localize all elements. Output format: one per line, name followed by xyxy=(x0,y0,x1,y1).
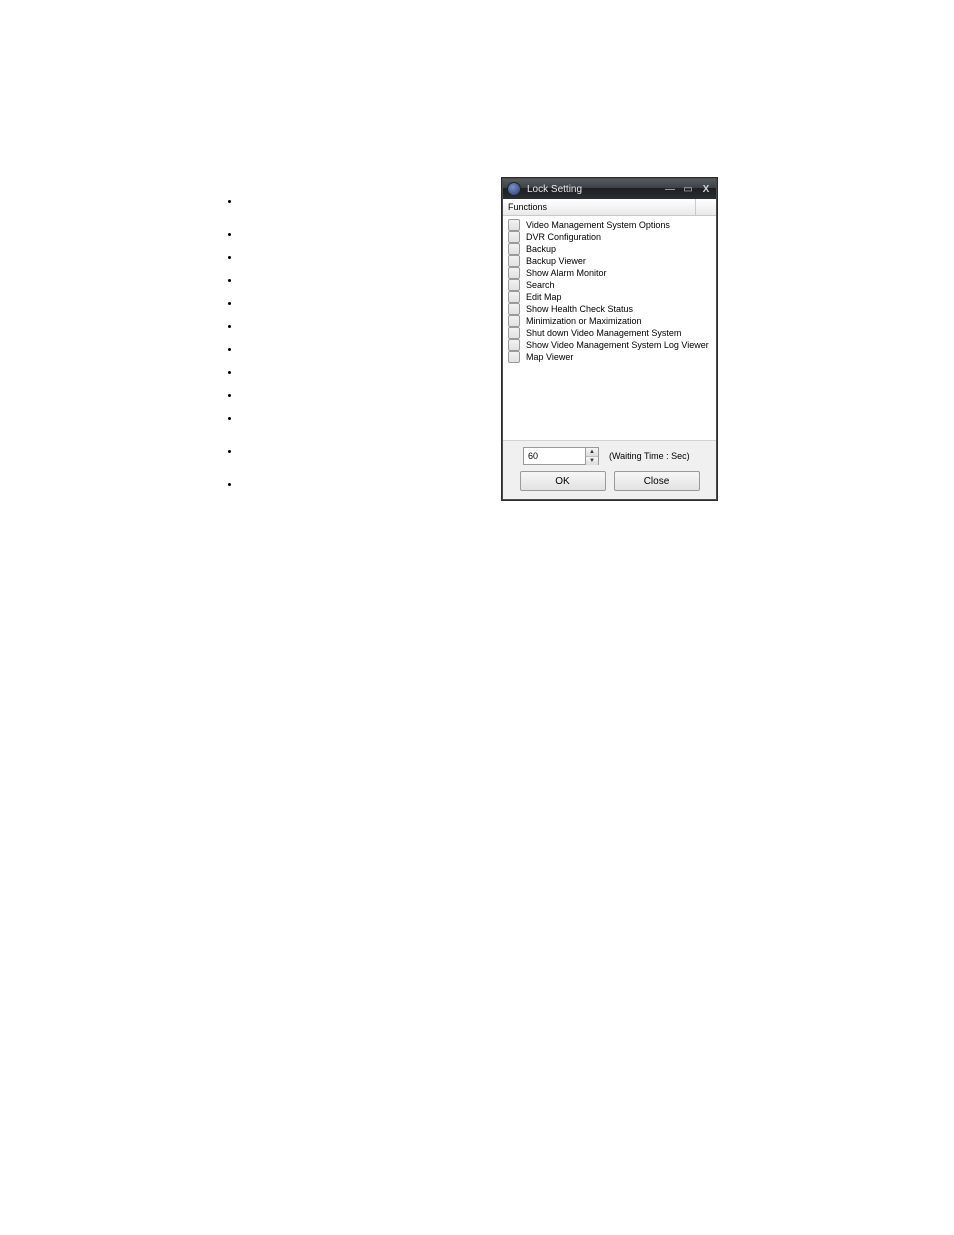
function-item[interactable]: Map Viewer xyxy=(508,351,711,363)
spinner-up-icon[interactable]: ▲ xyxy=(586,448,598,457)
function-item-label: Video Management System Options xyxy=(526,220,670,230)
column-header: Functions xyxy=(503,199,716,216)
function-item-label: Map Viewer xyxy=(526,352,573,362)
spinner-down-icon[interactable]: ▼ xyxy=(586,457,598,465)
function-item-label: Search xyxy=(526,280,555,290)
function-item[interactable]: Show Health Check Status xyxy=(508,303,711,315)
function-item[interactable]: Video Management System Options xyxy=(508,219,711,231)
function-item-label: Shut down Video Management System xyxy=(526,328,681,338)
lock-setting-dialog: Lock Setting — ▭ X Functions Video Manag… xyxy=(502,178,717,500)
function-item-label: Minimization or Maximization xyxy=(526,316,642,326)
waiting-time-label: (Waiting Time : Sec) xyxy=(609,451,690,461)
ok-button[interactable]: OK xyxy=(520,471,606,491)
function-item-label: Backup Viewer xyxy=(526,256,586,266)
function-item-label: Edit Map xyxy=(526,292,562,302)
checkbox[interactable] xyxy=(508,315,520,327)
window-title: Lock Setting xyxy=(527,184,664,195)
minimize-icon[interactable]: — xyxy=(664,184,676,195)
close-button[interactable]: Close xyxy=(614,471,700,491)
function-item-label: Show Health Check Status xyxy=(526,304,633,314)
bottom-panel: 60 ▲ ▼ (Waiting Time : Sec) OK Close xyxy=(503,440,716,499)
checkbox[interactable] xyxy=(508,243,520,255)
function-item[interactable]: DVR Configuration xyxy=(508,231,711,243)
function-item[interactable]: Backup xyxy=(508,243,711,255)
function-item[interactable]: Backup Viewer xyxy=(508,255,711,267)
checkbox[interactable] xyxy=(508,279,520,291)
function-item[interactable]: Edit Map xyxy=(508,291,711,303)
column-header-spacer xyxy=(695,199,716,215)
function-item[interactable]: Search xyxy=(508,279,711,291)
function-item[interactable]: Show Alarm Monitor xyxy=(508,267,711,279)
function-item[interactable]: Shut down Video Management System xyxy=(508,327,711,339)
titlebar[interactable]: Lock Setting — ▭ X xyxy=(503,179,716,199)
function-item-label: DVR Configuration xyxy=(526,232,601,242)
app-icon xyxy=(507,182,521,196)
maximize-icon[interactable]: ▭ xyxy=(682,184,694,195)
left-bullet-list xyxy=(200,196,240,512)
button-row: OK Close xyxy=(513,471,706,491)
close-icon[interactable]: X xyxy=(700,184,712,195)
window-controls: — ▭ X xyxy=(664,184,712,195)
function-item-label: Show Video Management System Log Viewer xyxy=(526,340,709,350)
waiting-time-row: 60 ▲ ▼ (Waiting Time : Sec) xyxy=(513,447,706,465)
function-item-label: Show Alarm Monitor xyxy=(526,268,607,278)
checkbox[interactable] xyxy=(508,291,520,303)
checkbox[interactable] xyxy=(508,267,520,279)
spinner-buttons: ▲ ▼ xyxy=(585,448,598,465)
checkbox[interactable] xyxy=(508,255,520,267)
column-header-label: Functions xyxy=(508,202,695,212)
functions-list: Video Management System Options DVR Confi… xyxy=(503,216,716,440)
checkbox[interactable] xyxy=(508,231,520,243)
function-item[interactable]: Show Video Management System Log Viewer xyxy=(508,339,711,351)
checkbox[interactable] xyxy=(508,303,520,315)
function-item-label: Backup xyxy=(526,244,556,254)
checkbox[interactable] xyxy=(508,327,520,339)
checkbox[interactable] xyxy=(508,351,520,363)
checkbox[interactable] xyxy=(508,339,520,351)
function-item[interactable]: Minimization or Maximization xyxy=(508,315,711,327)
checkbox[interactable] xyxy=(508,219,520,231)
waiting-time-spinner[interactable]: 60 ▲ ▼ xyxy=(523,447,599,465)
waiting-time-value[interactable]: 60 xyxy=(524,451,585,461)
